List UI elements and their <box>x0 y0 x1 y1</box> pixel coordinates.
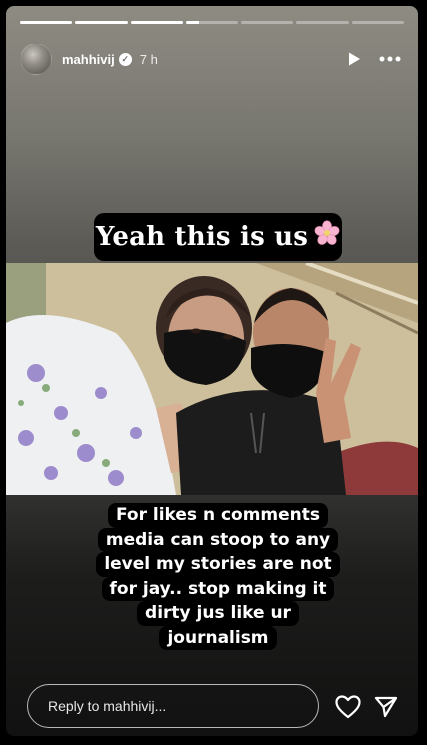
heart-icon <box>335 695 361 719</box>
progress-segment <box>185 21 239 24</box>
verified-badge-icon: ✓ <box>118 52 132 66</box>
like-button[interactable] <box>332 691 364 723</box>
share-button[interactable] <box>370 691 402 723</box>
caption-top: Yeah this is us <box>94 213 342 261</box>
caption-bottom-line: journalism <box>159 625 277 650</box>
progress-segment-fill <box>185 21 199 24</box>
progress-segment <box>130 21 183 24</box>
progress-segment <box>351 21 404 24</box>
caption-bottom-line: dirty jus like ur <box>137 601 299 626</box>
play-icon <box>349 52 360 66</box>
progress-segment-fill <box>20 21 73 24</box>
story-photo <box>6 263 418 495</box>
more-options-button[interactable] <box>376 45 404 73</box>
more-icon <box>379 56 401 62</box>
progress-segment <box>75 21 128 24</box>
story-timestamp: 7 h <box>139 51 158 67</box>
reply-input[interactable]: Reply to mahhivij... <box>27 684 319 728</box>
play-button[interactable] <box>340 45 368 73</box>
caption-top-text: Yeah this is us <box>95 222 309 252</box>
caption-bottom-line: For likes n comments <box>107 503 329 528</box>
avatar[interactable] <box>20 43 52 75</box>
selfie-image <box>6 263 418 495</box>
caption-bottom-line: for jay.. stop making it <box>101 576 335 601</box>
caption-bottom: For likes n comments media can stoop to a… <box>78 497 358 656</box>
send-icon <box>374 696 398 718</box>
cherry-blossom-icon <box>314 214 340 262</box>
story-progress-bar <box>20 21 404 24</box>
caption-bottom-line: level my stories are not <box>96 552 340 577</box>
reply-placeholder: Reply to mahhivij... <box>48 698 167 714</box>
caption-bottom-line: media can stoop to any <box>97 527 339 552</box>
story-header: mahhivij ✓ 7 h <box>20 42 404 76</box>
username[interactable]: mahhivij <box>62 52 115 67</box>
progress-segment <box>20 21 73 24</box>
progress-segment <box>296 21 349 24</box>
progress-segment-fill <box>75 21 128 24</box>
progress-segment-fill <box>130 21 183 24</box>
story-viewer[interactable]: mahhivij ✓ 7 h Yeah this is us For likes… <box>6 6 418 736</box>
progress-segment <box>241 21 294 24</box>
